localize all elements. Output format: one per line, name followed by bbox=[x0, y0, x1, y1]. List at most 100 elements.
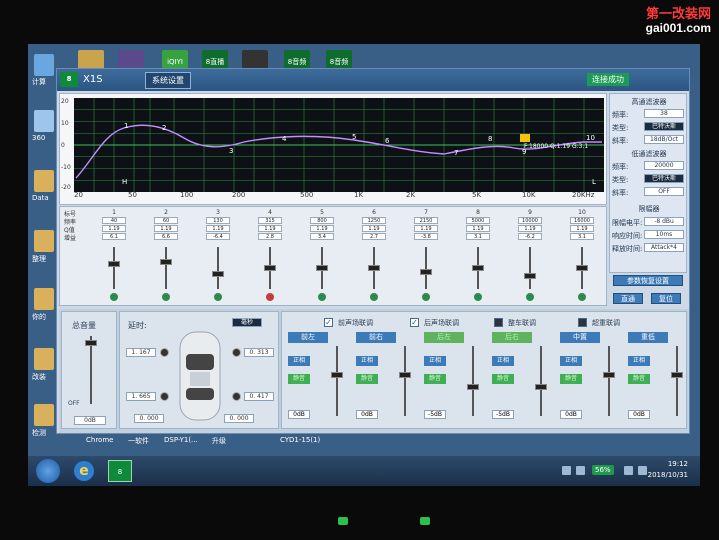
mute-button[interactable]: 静音 bbox=[492, 374, 514, 384]
channel-gain-field[interactable]: 6.1 bbox=[102, 233, 126, 240]
battery-indicator[interactable]: 56% bbox=[592, 465, 614, 475]
channel-db-field[interactable]: 0dB bbox=[560, 410, 582, 419]
channel-gain-track[interactable] bbox=[165, 247, 167, 289]
eq-graph[interactable]: 1 2 3 4 5 6 7 8 9 10 H L F:18000 Q:1.19 … bbox=[74, 98, 604, 192]
channel-select-button[interactable]: 后左 bbox=[424, 332, 464, 343]
channel-level-track[interactable] bbox=[540, 346, 542, 416]
delay-rl-field[interactable]: 1. 665 bbox=[126, 392, 156, 401]
lp-slope-select[interactable]: OFF bbox=[644, 187, 684, 196]
channel-db-field[interactable]: 0dB bbox=[628, 410, 650, 419]
channel-select-button[interactable]: 前右 bbox=[356, 332, 396, 343]
channel-db-field[interactable]: -5dB bbox=[492, 410, 514, 419]
channel-db-field[interactable]: -5dB bbox=[424, 410, 446, 419]
channel-q-field[interactable]: 1.19 bbox=[466, 225, 490, 232]
channel-freq-field[interactable]: 2150 bbox=[414, 217, 438, 224]
channel-lock-icon[interactable] bbox=[214, 293, 222, 301]
channel-q-field[interactable]: 1.19 bbox=[258, 225, 282, 232]
channel-lock-icon[interactable] bbox=[370, 293, 378, 301]
channel-gain-track[interactable] bbox=[217, 247, 219, 289]
limiter-release-field[interactable]: Attack*4 bbox=[644, 243, 684, 252]
channel-level-track[interactable] bbox=[472, 346, 474, 416]
sub-link-checkbox[interactable] bbox=[578, 318, 587, 327]
clock-date[interactable]: 2018/10/31 bbox=[648, 471, 688, 479]
channel-gain-field[interactable]: 2.7 bbox=[362, 233, 386, 240]
channel-gain-track[interactable] bbox=[529, 247, 531, 289]
channel-gain-field[interactable]: 6.6 bbox=[154, 233, 178, 240]
channel-level-knob[interactable] bbox=[331, 372, 343, 378]
eq-point-7[interactable]: 7 bbox=[454, 149, 458, 157]
mute-button[interactable]: 静音 bbox=[356, 374, 378, 384]
channel-q-field[interactable]: 1.19 bbox=[310, 225, 334, 232]
channel-lock-icon[interactable] bbox=[318, 293, 326, 301]
selected-point-marker[interactable] bbox=[520, 134, 530, 142]
channel-freq-field[interactable]: 130 bbox=[206, 217, 230, 224]
channel-select-button[interactable]: 重低 bbox=[628, 332, 668, 343]
channel-gain-knob[interactable] bbox=[160, 259, 172, 265]
channel-db-field[interactable]: 0dB bbox=[288, 410, 310, 419]
folder-icon[interactable] bbox=[34, 230, 54, 252]
computer-icon[interactable] bbox=[34, 54, 54, 76]
hp-marker[interactable]: H bbox=[122, 178, 127, 186]
bypass-button[interactable]: 直通 bbox=[613, 293, 643, 304]
channel-gain-knob[interactable] bbox=[108, 261, 120, 267]
eq-point-4[interactable]: 4 bbox=[282, 135, 287, 143]
channel-lock-icon[interactable] bbox=[526, 293, 534, 301]
channel-gain-field[interactable]: -6.2 bbox=[518, 233, 542, 240]
phase-button[interactable]: 正相 bbox=[628, 356, 650, 366]
channel-level-track[interactable] bbox=[608, 346, 610, 416]
channel-lock-icon[interactable] bbox=[474, 293, 482, 301]
dsp-app-taskbar-icon[interactable]: 8 bbox=[108, 460, 132, 482]
delay-sub-field[interactable]: 0. 000 bbox=[134, 414, 164, 423]
channel-level-track[interactable] bbox=[404, 346, 406, 416]
reset-button[interactable]: 复位 bbox=[651, 293, 681, 304]
channel-gain-knob[interactable] bbox=[524, 273, 536, 279]
channel-lock-icon[interactable] bbox=[578, 293, 586, 301]
eq-point-8[interactable]: 8 bbox=[488, 135, 492, 143]
master-volume-knob[interactable] bbox=[85, 340, 97, 346]
channel-level-knob[interactable] bbox=[399, 372, 411, 378]
mute-button[interactable]: 静音 bbox=[560, 374, 582, 384]
delay-center-field[interactable]: 0. 000 bbox=[224, 414, 254, 423]
channel-lock-icon[interactable] bbox=[110, 293, 118, 301]
channel-freq-field[interactable]: 40 bbox=[102, 217, 126, 224]
channel-freq-field[interactable]: 800 bbox=[310, 217, 334, 224]
delay-fr-field[interactable]: 0. 313 bbox=[244, 348, 274, 357]
channel-freq-field[interactable]: 1250 bbox=[362, 217, 386, 224]
eq-point-2[interactable]: 2 bbox=[162, 124, 166, 132]
hp-type-select[interactable]: 巴特沃斯 bbox=[644, 122, 684, 131]
channel-q-field[interactable]: 1.19 bbox=[570, 225, 594, 232]
channel-q-field[interactable]: 1.19 bbox=[518, 225, 542, 232]
channel-gain-knob[interactable] bbox=[472, 265, 484, 271]
channel-lock-icon[interactable] bbox=[422, 293, 430, 301]
eq-point-10[interactable]: 10 bbox=[586, 134, 595, 142]
phase-button[interactable]: 正相 bbox=[288, 356, 310, 366]
delay-rl-knob[interactable] bbox=[160, 392, 169, 401]
channel-gain-knob[interactable] bbox=[212, 271, 224, 277]
channel-freq-field[interactable]: 60 bbox=[154, 217, 178, 224]
mute-button[interactable]: 静音 bbox=[288, 374, 310, 384]
channel-select-button[interactable]: 中置 bbox=[560, 332, 600, 343]
lp-type-select[interactable]: 巴特沃斯 bbox=[644, 174, 684, 183]
eq-point-1[interactable]: 1 bbox=[124, 122, 128, 130]
delay-fl-field[interactable]: 1. 167 bbox=[126, 348, 156, 357]
delay-fr-knob[interactable] bbox=[232, 348, 241, 357]
channel-gain-knob[interactable] bbox=[368, 265, 380, 271]
mute-button[interactable]: 静音 bbox=[628, 374, 650, 384]
channel-freq-field[interactable]: 10000 bbox=[518, 217, 542, 224]
hp-slope-select[interactable]: 18dB/Oct bbox=[644, 135, 684, 144]
folder-icon[interactable] bbox=[34, 348, 54, 370]
channel-level-knob[interactable] bbox=[603, 372, 615, 378]
channel-gain-field[interactable]: -6.4 bbox=[206, 233, 230, 240]
all-link-checkbox[interactable] bbox=[494, 318, 503, 327]
channel-gain-field[interactable]: 2.8 bbox=[258, 233, 282, 240]
start-button[interactable] bbox=[36, 459, 60, 483]
channel-gain-track[interactable] bbox=[425, 247, 427, 289]
channel-gain-field[interactable]: 3.1 bbox=[466, 233, 490, 240]
channel-gain-knob[interactable] bbox=[420, 269, 432, 275]
clock-time[interactable]: 19:12 bbox=[668, 460, 688, 468]
eq-point-6[interactable]: 6 bbox=[385, 137, 390, 145]
folder-icon[interactable] bbox=[34, 170, 54, 192]
lp-freq-field[interactable]: 20000 bbox=[644, 161, 684, 170]
channel-gain-knob[interactable] bbox=[316, 265, 328, 271]
channel-db-field[interactable]: 0dB bbox=[356, 410, 378, 419]
